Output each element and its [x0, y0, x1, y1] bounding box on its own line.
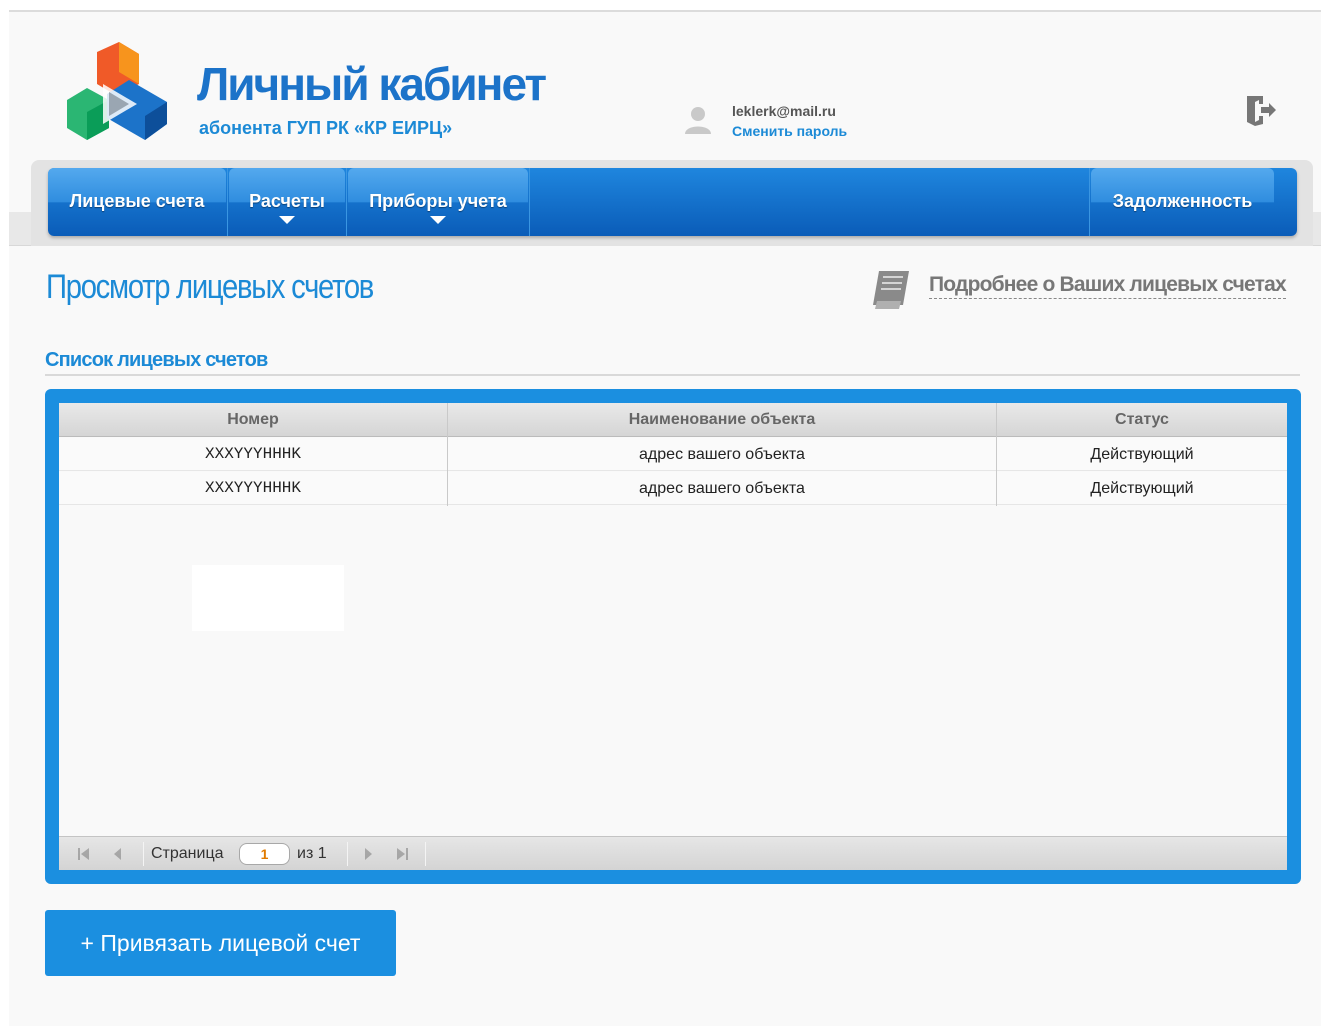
nav-item-label: Задолженность [1112, 191, 1253, 211]
main-nav: Лицевые счета Расчеты Приборы учета Задо… [48, 168, 1297, 236]
account-object: адрес вашего объекта [639, 446, 805, 463]
column-header-object[interactable]: Наименование объекта [448, 403, 996, 437]
logo-icon [67, 42, 167, 140]
caret-down-icon [430, 216, 446, 224]
logout-icon[interactable] [1243, 94, 1277, 128]
nav-item-label: Приборы учета [369, 191, 507, 211]
brand-subtitle: абонента ГУП РК «КР ЕИРЦ» [199, 118, 453, 138]
prev-page-icon[interactable] [109, 845, 127, 863]
table-row[interactable]: XXXYYYHHHK адрес вашего объекта Действую… [59, 438, 1287, 471]
pager-total-label: из 1 [297, 845, 327, 862]
nav-item-label: Расчеты [249, 191, 325, 211]
table-row[interactable]: XXXYYYHHHK адрес вашего объекта Действую… [59, 472, 1287, 505]
nav-separator [529, 168, 530, 236]
nav-item-debt[interactable]: Задолженность [1091, 168, 1274, 236]
column-divider [447, 403, 448, 506]
nav-item-payments[interactable]: Расчеты [229, 168, 345, 236]
accounts-grid: Номер Наименование объекта Статус XXXYYY… [59, 403, 1287, 870]
grid-header: Номер Наименование объекта Статус [59, 403, 1287, 437]
bind-account-button[interactable]: + Привязать лицевой счет [45, 910, 396, 976]
column-header-status[interactable]: Статус [997, 403, 1287, 437]
accounts-grid-frame: Номер Наименование объекта Статус XXXYYY… [45, 389, 1301, 884]
book-icon[interactable] [869, 267, 913, 311]
column-header-number[interactable]: Номер [59, 403, 447, 437]
next-page-icon[interactable] [359, 845, 377, 863]
pager-separator [347, 842, 348, 866]
caret-down-icon [279, 216, 295, 224]
account-number: XXXYYYHHHK [204, 445, 301, 463]
column-divider [996, 403, 997, 506]
page-number-input[interactable] [239, 843, 290, 865]
first-page-icon[interactable] [75, 845, 93, 863]
account-number: XXXYYYHHHK [204, 479, 301, 497]
pager-separator [143, 842, 144, 866]
account-status: Действующий [1090, 480, 1194, 497]
section-divider [45, 374, 1300, 376]
account-object: адрес вашего объекта [639, 480, 805, 497]
page-title: Просмотр лицевых счетов [46, 268, 374, 306]
nav-item-label: Лицевые счета [69, 191, 205, 211]
change-password-link[interactable]: Сменить пароль [732, 122, 847, 140]
nav-item-meters[interactable]: Приборы учета [348, 168, 528, 236]
nav-separator [346, 168, 347, 236]
page: Личный кабинет абонента ГУП РК «КР ЕИРЦ»… [9, 10, 1321, 1026]
pager-page-label: Страница [151, 845, 224, 862]
accounts-info-link[interactable]: Подробнее о Ваших лицевых счетах [929, 272, 1287, 299]
pager: Страница из 1 [59, 836, 1287, 870]
brand-title: Личный кабинет [197, 58, 547, 110]
last-page-icon[interactable] [393, 845, 411, 863]
user-email: leklerk@mail.ru [732, 103, 836, 119]
pager-separator [425, 842, 426, 866]
account-status: Действующий [1090, 446, 1194, 463]
user-icon [685, 107, 711, 134]
section-title: Список лицевых счетов [45, 349, 268, 371]
nav-item-accounts[interactable]: Лицевые счета [48, 168, 226, 236]
nav-separator [227, 168, 228, 236]
nav-separator [1089, 168, 1090, 236]
blank-area [192, 565, 344, 631]
